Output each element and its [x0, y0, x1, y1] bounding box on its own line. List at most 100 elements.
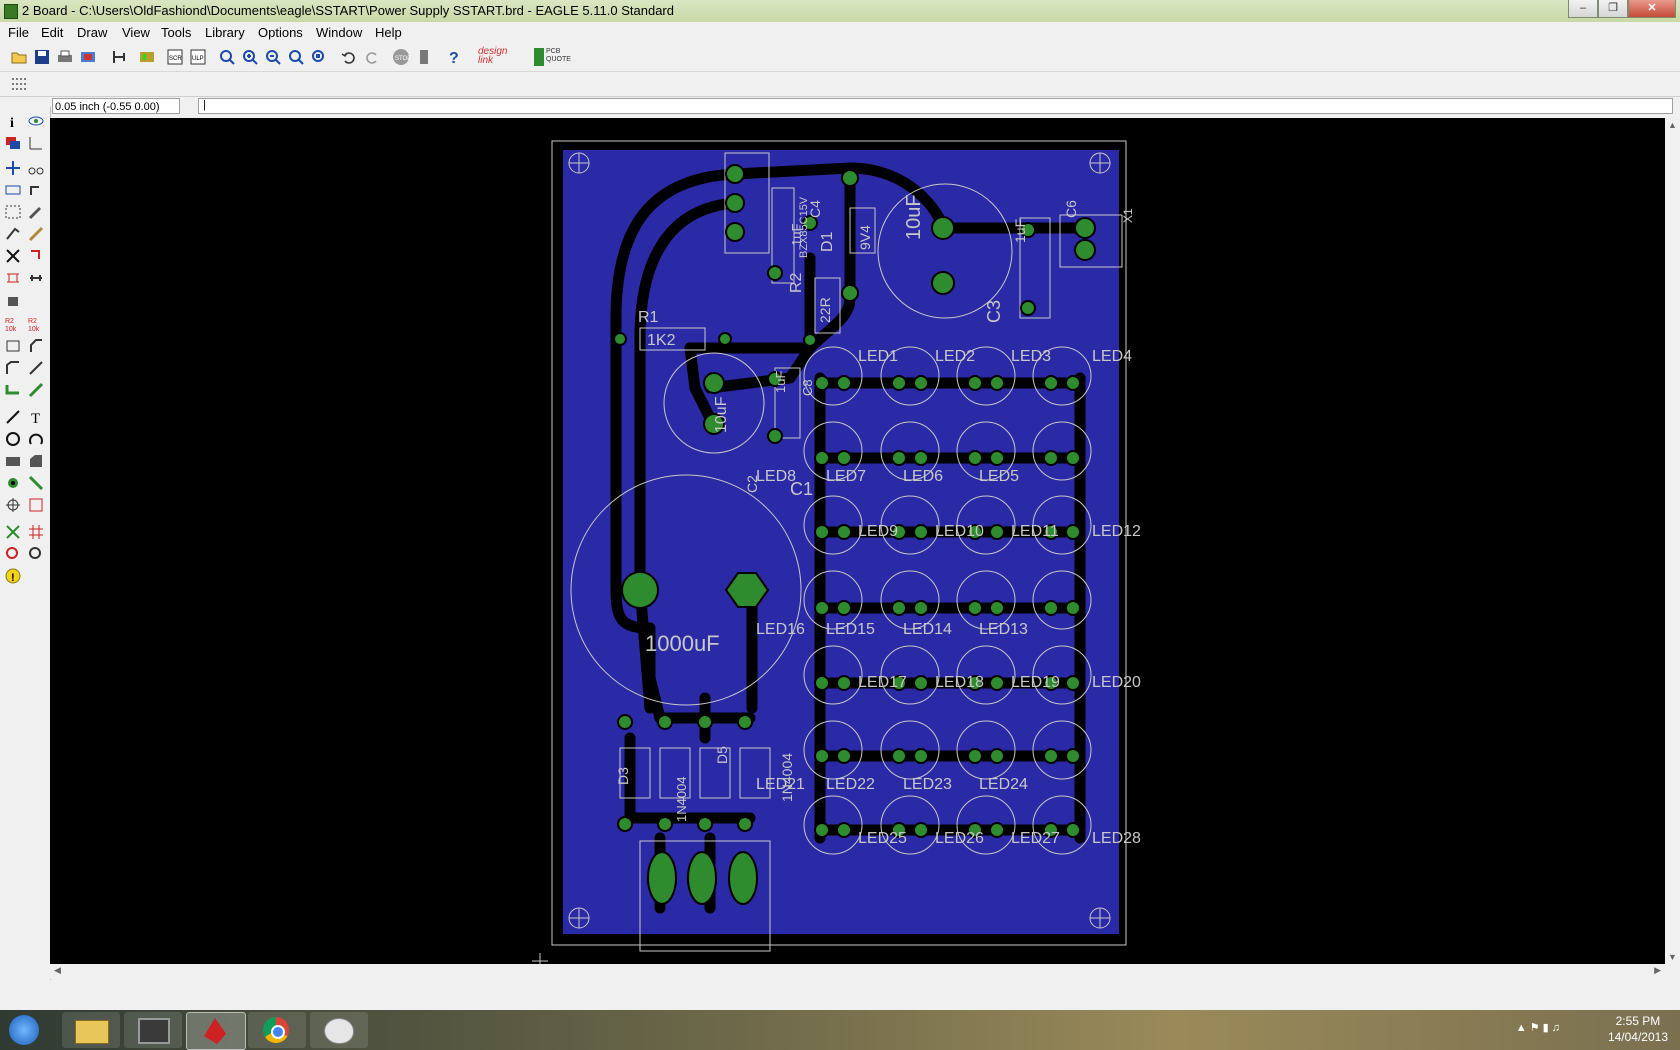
library-icon[interactable] [138, 48, 156, 66]
menu-edit[interactable]: Edit [41, 25, 63, 40]
ratsnest-icon[interactable] [4, 523, 22, 541]
eagle-icon[interactable] [186, 1012, 246, 1050]
circle-icon[interactable] [4, 430, 22, 448]
wire-icon[interactable] [27, 381, 45, 399]
ulp-icon[interactable]: ULP [189, 48, 207, 66]
cam-icon[interactable] [79, 48, 97, 66]
svg-text:ULP: ULP [192, 56, 204, 62]
polygon-icon[interactable] [27, 452, 45, 470]
drc-icon[interactable] [27, 545, 45, 563]
info-icon[interactable]: i [4, 112, 22, 130]
group-icon[interactable] [4, 203, 22, 221]
arc-icon[interactable] [27, 430, 45, 448]
menu-library[interactable]: Library [205, 25, 245, 40]
add-icon[interactable] [27, 247, 45, 265]
svg-text:R2: R2 [5, 318, 14, 325]
attribute-icon[interactable] [27, 496, 45, 514]
line-icon[interactable] [4, 408, 22, 426]
scroll-left-icon[interactable]: ◀ [54, 965, 61, 976]
auto-icon[interactable] [27, 523, 45, 541]
signal-icon[interactable] [27, 474, 45, 492]
board-schematic-icon[interactable] [110, 48, 128, 66]
open-icon[interactable] [10, 48, 28, 66]
rect-icon[interactable] [4, 452, 22, 470]
scroll-down-icon[interactable]: ▼ [1668, 952, 1677, 962]
text-icon[interactable]: T [27, 408, 45, 426]
mirror-icon[interactable] [4, 181, 22, 199]
lock-icon[interactable] [27, 269, 45, 287]
script-icon[interactable]: SCR [166, 48, 184, 66]
show-icon[interactable] [27, 112, 45, 130]
menu-draw[interactable]: Draw [77, 25, 107, 40]
sysmon-icon[interactable] [124, 1012, 182, 1048]
zoom-select-icon[interactable] [310, 48, 328, 66]
display-layers-icon[interactable] [4, 134, 22, 152]
grid-icon[interactable] [10, 76, 28, 92]
vertical-scrollbar[interactable]: ▲ ▼ [1665, 118, 1680, 964]
menu-view[interactable]: View [122, 25, 150, 40]
horizontal-scrollbar[interactable]: ◀ ▶ [50, 964, 1665, 979]
window-title: 2 Board - C:\Users\OldFashiond\Documents… [22, 3, 674, 18]
menu-help[interactable]: Help [375, 25, 402, 40]
menu-options[interactable]: Options [258, 25, 303, 40]
change-icon[interactable] [27, 203, 45, 221]
menu-window[interactable]: Window [316, 25, 362, 40]
copy-icon[interactable] [27, 159, 45, 177]
via-icon[interactable] [4, 474, 22, 492]
erc-icon[interactable] [4, 545, 22, 563]
label-d5: D5 [714, 746, 730, 764]
smash-icon[interactable]: R210k [27, 315, 45, 333]
close-button[interactable]: ✕ [1628, 0, 1676, 18]
menu-tools[interactable]: Tools [161, 25, 191, 40]
explorer-icon[interactable] [62, 1012, 120, 1048]
label-r2: R2 [788, 272, 805, 293]
led-label: LED3 [1011, 348, 1051, 365]
start-icon[interactable] [4, 1012, 44, 1048]
print-icon[interactable] [56, 48, 74, 66]
name-icon[interactable] [4, 291, 22, 309]
chrome-icon[interactable] [248, 1012, 306, 1048]
menu-file[interactable]: File [8, 25, 29, 40]
go-icon[interactable] [415, 48, 433, 66]
zoom-out-icon[interactable] [264, 48, 282, 66]
save-icon[interactable] [33, 48, 51, 66]
label-c6-value: 1uF [1012, 219, 1028, 243]
zoom-in-icon[interactable] [241, 48, 259, 66]
minimize-button[interactable]: – [1568, 0, 1598, 18]
zoom-fit-icon[interactable] [218, 48, 236, 66]
zoom-redraw-icon[interactable] [287, 48, 305, 66]
scroll-right-icon[interactable]: ▶ [1654, 965, 1661, 976]
eagle-app-icon[interactable] [4, 4, 18, 19]
clock[interactable]: 2:55 PM 14/04/2013 [1608, 1013, 1668, 1045]
designlink-icon[interactable]: design link [478, 47, 522, 69]
optimize-icon[interactable] [4, 359, 22, 377]
hole-icon[interactable] [4, 496, 22, 514]
errors-icon[interactable]: ! [4, 567, 22, 585]
maximize-button[interactable]: ❐ [1598, 0, 1628, 18]
led-label: LED10 [935, 523, 984, 540]
delete-icon[interactable] [4, 247, 22, 265]
label-c8-value: 1uF [773, 371, 788, 393]
pcb-quote-icon[interactable]: PCB QUOTE [534, 48, 584, 66]
help-icon[interactable]: ? [445, 48, 463, 66]
mark-icon[interactable] [27, 134, 45, 152]
replace-icon[interactable] [4, 269, 22, 287]
undo-icon[interactable] [340, 48, 358, 66]
ripup-icon[interactable] [4, 381, 22, 399]
command-input[interactable]: | [198, 98, 1673, 114]
tray-icons[interactable]: ▲ ⚑ ▮ ♫ [1516, 1021, 1560, 1034]
route-icon[interactable] [27, 359, 45, 377]
stop-icon[interactable]: STOP [392, 48, 410, 66]
cut-icon[interactable] [27, 225, 45, 243]
move-icon[interactable] [4, 159, 22, 177]
board-canvas[interactable]: R1 1K2 R2 22R D1 9V4 10uF C3 1uF C6 X1 C… [50, 118, 1665, 969]
paint-icon[interactable] [310, 1012, 368, 1048]
redo-icon[interactable] [363, 48, 381, 66]
scroll-up-icon[interactable]: ▲ [1668, 120, 1677, 130]
crosshair-cursor [532, 953, 548, 969]
rotate-icon[interactable] [27, 181, 45, 199]
paste-icon[interactable] [4, 225, 22, 243]
value-icon[interactable]: R210k [4, 315, 22, 333]
miter-icon[interactable] [27, 337, 45, 355]
split-icon[interactable] [4, 337, 22, 355]
